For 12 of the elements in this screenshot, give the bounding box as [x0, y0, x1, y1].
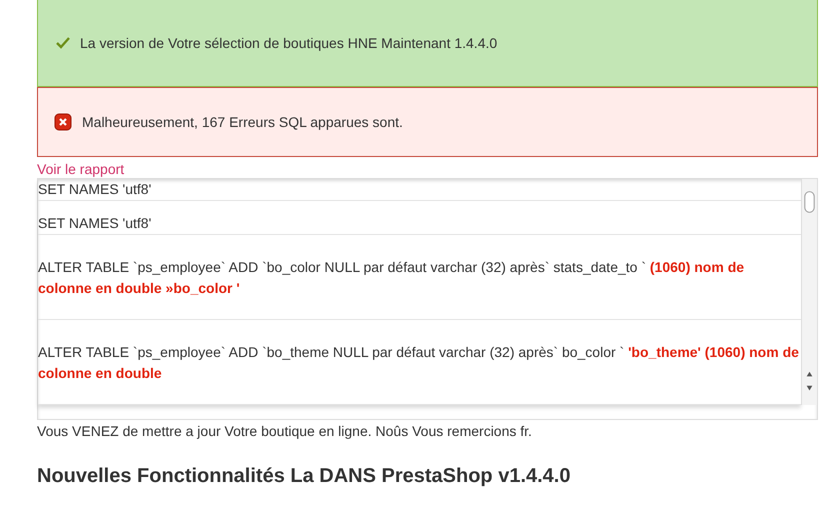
- error-text: Malheureusement, 167 Erreurs SQL apparues sont.: [82, 114, 403, 130]
- log-entry: ALTER TABLE `ps_employee` ADD `bo_theme NULL par défaut varchar (32) après` bo_color ` 'bo_theme' (1060) nom de colonne en double: [38, 320, 801, 405]
- log-entry: SET NAMES 'utf8': [38, 201, 801, 235]
- check-icon: [56, 37, 70, 49]
- section-heading: Nouvelles Fonctionnalités La DANS PrestaShop v1.4.4.0: [37, 465, 572, 488]
- thank-you-text: Vous VENEZ de mettre a jour Votre boutique en ligne. Noûs Vous remercions fr.: [37, 423, 533, 439]
- log-entry: ALTER TABLE `ps_employee` ADD `bo_color NULL par défaut varchar (32) après` stats_date_to ` (1060) nom de colonne en double »bo_color ': [38, 235, 801, 320]
- error-icon: [54, 113, 72, 131]
- scrollbar[interactable]: [801, 179, 817, 405]
- success-text: La version de Votre sélection de boutiques HNE Maintenant 1.4.4.0: [80, 35, 498, 51]
- log-entry: SET NAMES 'utf8': [38, 179, 801, 201]
- report-link[interactable]: Voir le rapport: [37, 161, 124, 177]
